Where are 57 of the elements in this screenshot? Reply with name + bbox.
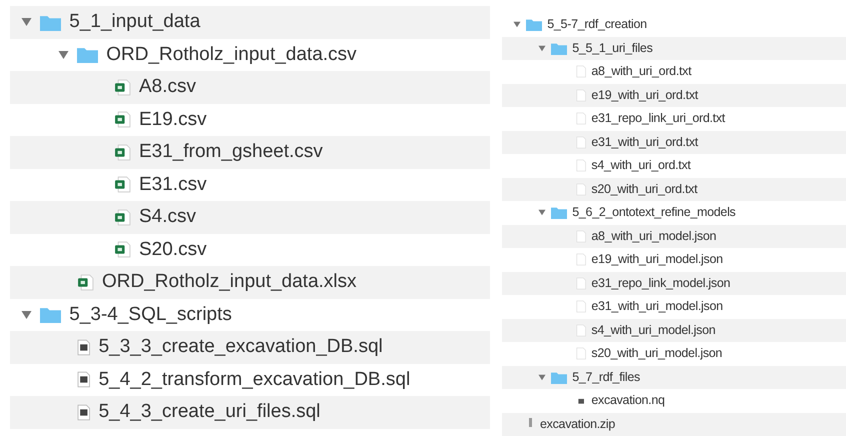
blank-file-icon [576, 88, 586, 102]
blank-file-icon [576, 112, 586, 126]
disclosure-triangle-icon[interactable] [513, 21, 521, 28]
spreadsheet-icon [114, 78, 131, 96]
blank-file-icon [576, 253, 586, 266]
blank-file-icon [576, 324, 586, 337]
blank-file-icon [576, 182, 586, 196]
file-name[interactable]: E19.csv [139, 106, 207, 134]
folder-icon [40, 306, 62, 324]
disclosure-triangle-icon[interactable] [20, 17, 32, 28]
folder-name[interactable]: 5_5_1_uri_files [572, 38, 653, 58]
blank-file-icon [576, 300, 586, 314]
blank-file-icon [576, 65, 586, 78]
blank-file-icon [576, 230, 586, 243]
blank-file-icon [576, 276, 586, 290]
blank-file-icon [576, 136, 586, 149]
disclosure-triangle-icon[interactable] [538, 44, 546, 52]
file-name[interactable]: excavation.zip [540, 414, 616, 434]
folder-name[interactable]: 5_6_2_ontotext_refine_models [572, 203, 736, 222]
folder-name[interactable]: 5_7_rdf_files [572, 368, 640, 387]
disclosure-triangle-icon[interactable] [20, 310, 32, 320]
file-name[interactable]: e31_with_uri_model.json [591, 297, 723, 316]
disclosure-triangle-icon[interactable] [58, 50, 68, 60]
file-name[interactable]: E31.csv [139, 170, 207, 199]
spreadsheet-icon [114, 111, 131, 128]
document-icon [77, 338, 91, 356]
file-name[interactable]: excavation.nq [591, 391, 665, 410]
spreadsheet-icon [114, 144, 131, 161]
file-name[interactable]: S20.csv [139, 236, 207, 264]
disclosure-triangle-icon[interactable] [538, 209, 546, 216]
spreadsheet-icon [114, 176, 131, 194]
spreadsheet-icon [77, 274, 94, 291]
folder-icon [526, 18, 542, 32]
folder-name[interactable]: 5_5-7_rdf_creation [547, 15, 647, 34]
folder-icon [40, 14, 62, 31]
file-name[interactable]: S4.csv [139, 203, 196, 232]
file-name[interactable]: 5_4_2_transform_excavation_DB.sql [98, 366, 410, 394]
blank-file-icon [576, 347, 586, 360]
file-icon [529, 418, 532, 427]
folder-name[interactable]: ORD_Rotholz_input_data.csv [106, 40, 357, 69]
file-name[interactable]: A8.csv [139, 73, 196, 102]
blank-file-icon [576, 159, 586, 172]
file-name[interactable]: e19_with_uri_model.json [591, 250, 723, 270]
folder-icon [551, 42, 568, 55]
file-name[interactable]: s4_with_uri_ord.txt [591, 156, 691, 176]
folder-icon [551, 370, 568, 384]
file-name[interactable]: a8_with_uri_ord.txt [591, 62, 692, 82]
document-icon [77, 371, 91, 388]
spreadsheet-icon [114, 208, 131, 226]
disclosure-triangle-icon[interactable] [538, 374, 546, 381]
file-name[interactable]: s20_with_uri_model.json [591, 344, 722, 364]
folder-icon [551, 206, 568, 220]
file-name[interactable]: e31_repo_link_uri_ord.txt [591, 109, 725, 128]
folder-name[interactable]: 5_3-4_SQL_scripts [69, 300, 232, 329]
document-icon [77, 404, 91, 421]
folder-icon [77, 46, 98, 64]
spreadsheet-icon [114, 241, 131, 258]
